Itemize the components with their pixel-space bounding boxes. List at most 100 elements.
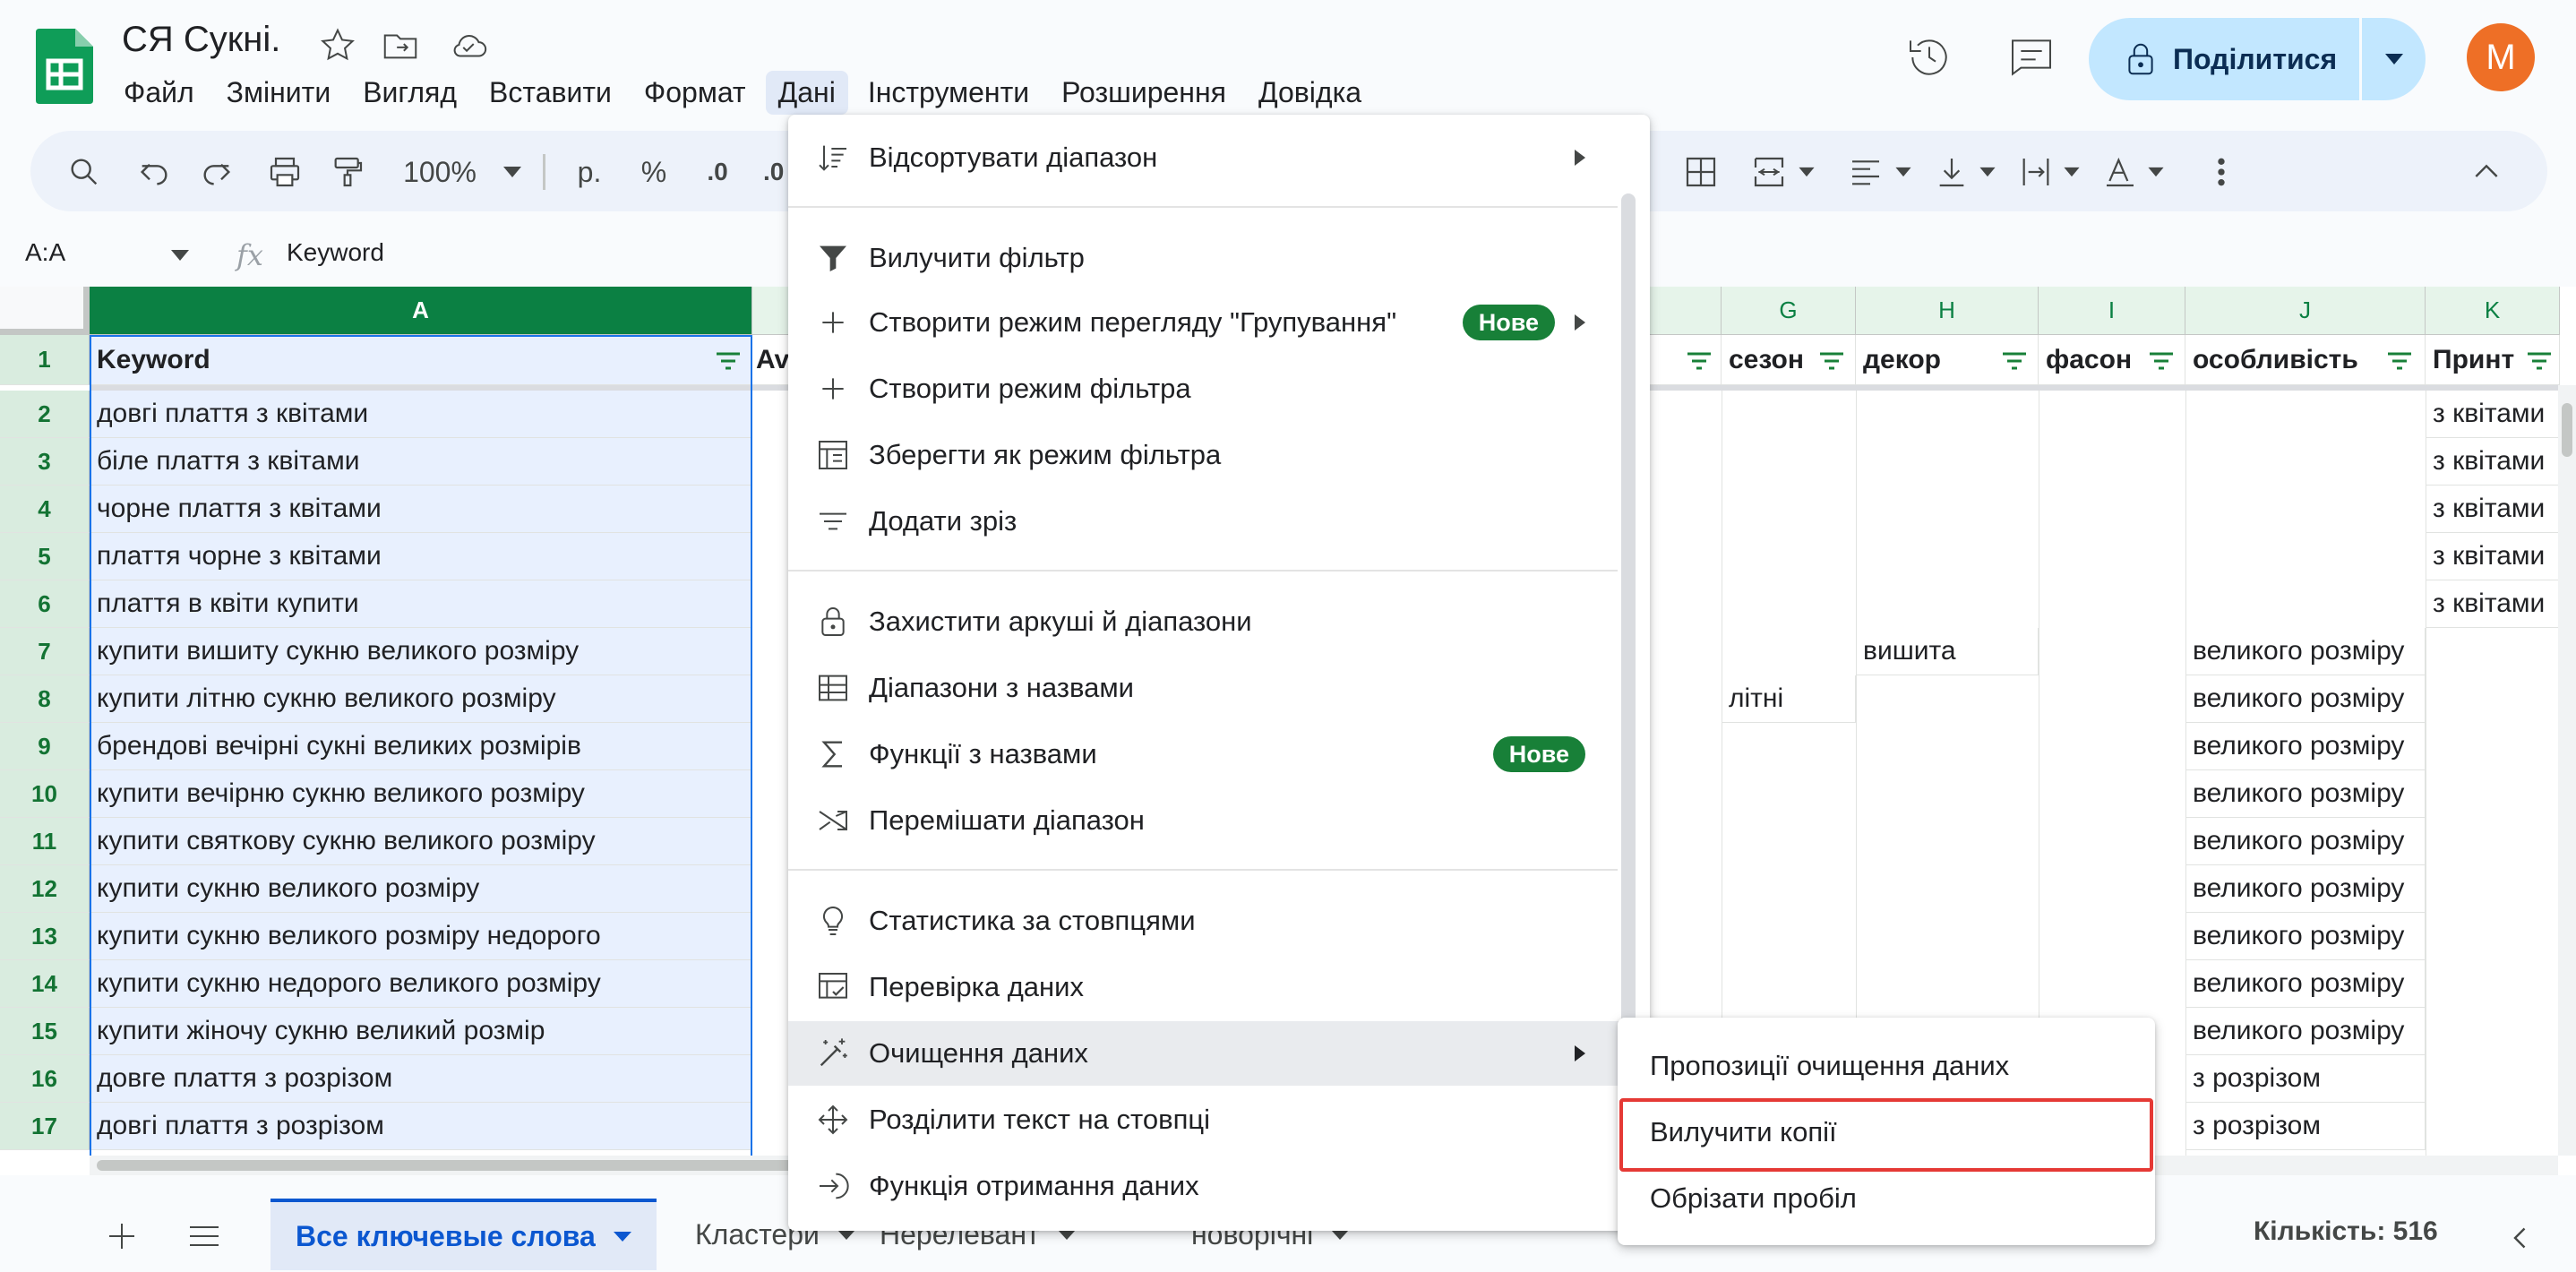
share-dropdown-button[interactable] [2363, 18, 2426, 100]
zoom-caret-icon[interactable] [502, 152, 523, 192]
cell-season[interactable]: літні [1722, 675, 1856, 723]
cell-print[interactable]: з квітами [2426, 533, 2560, 580]
menu-item-sort-range[interactable]: Відсортувати діапазон [788, 125, 1650, 190]
row-header[interactable]: 1 [0, 335, 90, 385]
more-options-icon[interactable] [2203, 152, 2239, 192]
menu-file[interactable]: Файл [111, 71, 207, 115]
row-header[interactable]: 9 [0, 723, 90, 770]
cell-keyword[interactable]: купити сукню великого розміру недорого [90, 913, 752, 960]
cell-keyword[interactable]: купити сукню недорого великого розміру [90, 960, 752, 1008]
column-header-h[interactable]: H [1856, 287, 2039, 335]
comments-icon[interactable] [2006, 32, 2057, 82]
cell-keyword[interactable]: довгі плаття з розрізом [90, 1103, 752, 1150]
row-header[interactable]: 3 [0, 438, 90, 486]
cell-print[interactable]: з квітами [2426, 580, 2560, 628]
undo-icon[interactable] [136, 152, 172, 192]
rotation-caret-icon[interactable] [2146, 152, 2166, 192]
collapse-side-panel-icon[interactable] [2504, 1222, 2537, 1254]
cell-feature[interactable]: великого розміру [2185, 818, 2426, 865]
filter-toggle-icon[interactable] [2386, 351, 2413, 371]
menu-item-data-validation[interactable]: Перевірка даних [788, 955, 1650, 1019]
row-header[interactable]: 13 [0, 913, 90, 960]
row-header[interactable]: 8 [0, 675, 90, 723]
filter-toggle-icon[interactable] [715, 351, 742, 371]
row-header[interactable]: 15 [0, 1008, 90, 1055]
row-header[interactable]: 5 [0, 533, 90, 580]
menu-item-save-as-filter-view[interactable]: Зберегти як режим фільтра [788, 423, 1650, 487]
increase-decimal-button[interactable]: .0 [763, 152, 786, 192]
filter-toggle-icon[interactable] [2526, 351, 2553, 371]
menu-item-data-cleanup[interactable]: Очищення даних [788, 1021, 1650, 1086]
redo-icon[interactable] [199, 152, 235, 192]
submenu-item-trim-whitespace[interactable]: Обрізати пробіл [1618, 1166, 2155, 1231]
cell-print[interactable]: з квітами [2426, 391, 2560, 438]
row-header[interactable]: 2 [0, 391, 90, 438]
cell-print[interactable]: з квітами [2426, 486, 2560, 533]
currency-format-button[interactable]: р. [573, 152, 605, 192]
row-header[interactable]: 17 [0, 1103, 90, 1150]
menu-item-split-text[interactable]: Розділити текст на стовпці [788, 1087, 1650, 1152]
submenu-item-remove-duplicates[interactable]: Вилучити копії [1618, 1100, 2155, 1165]
row-header[interactable]: 16 [0, 1055, 90, 1103]
row-header[interactable]: 12 [0, 865, 90, 913]
wrap-caret-icon[interactable] [2062, 152, 2082, 192]
row-header[interactable]: 11 [0, 818, 90, 865]
cell-feature[interactable]: великого розміру [2185, 675, 2426, 723]
move-folder-icon[interactable] [380, 25, 421, 66]
select-all-corner[interactable] [0, 287, 90, 335]
menu-item-named-ranges[interactable]: Діапазони з назвами [788, 656, 1650, 720]
cell-feature[interactable]: з розрізом [2185, 1103, 2426, 1150]
menu-item-randomize-range[interactable]: Перемішати діапазон [788, 788, 1650, 853]
cloud-saved-icon[interactable] [448, 25, 489, 66]
sheet-tab-caret-icon[interactable] [1057, 1229, 1076, 1240]
menu-format[interactable]: Формат [631, 71, 759, 115]
filter-toggle-icon[interactable] [1686, 351, 1713, 371]
menu-item-protect-sheets[interactable]: Захистити аркуші й діапазони [788, 589, 1650, 654]
share-button[interactable]: Поділитися [2089, 18, 2359, 100]
menu-extensions[interactable]: Розширення [1049, 71, 1239, 115]
column-header-k[interactable]: K [2426, 287, 2560, 335]
cell-header-keyword[interactable]: Keyword [90, 335, 752, 385]
cell-keyword[interactable]: купити жіночу сукню великий розмір [90, 1008, 752, 1055]
decrease-decimal-button[interactable]: .0 [697, 152, 738, 192]
cell-feature[interactable]: великого розміру [2185, 865, 2426, 913]
row-header[interactable]: 14 [0, 960, 90, 1008]
sheet-tab-caret-icon[interactable] [613, 1231, 631, 1242]
cell-feature[interactable]: великого розміру [2185, 1008, 2426, 1055]
text-rotation-icon[interactable] [2099, 152, 2141, 192]
menu-data[interactable]: Дані [765, 70, 848, 115]
cell-keyword[interactable]: чорне плаття з квітами [90, 486, 752, 533]
vertical-scrollbar[interactable] [2558, 385, 2576, 1156]
halign-caret-icon[interactable] [1893, 152, 1913, 192]
menu-item-create-filter-view[interactable]: Створити режим фільтра [788, 357, 1650, 421]
menu-tools[interactable]: Інструменти [855, 71, 1042, 115]
search-menus-icon[interactable] [66, 152, 102, 192]
cell-keyword[interactable]: купити вишиту сукню великого розміру [90, 628, 752, 675]
paint-format-icon[interactable] [330, 152, 365, 192]
name-box-caret-icon[interactable] [170, 249, 190, 262]
zoom-value[interactable]: 100% [399, 152, 480, 192]
submenu-item-cleanup-suggestions[interactable]: Пропозиції очищення даних [1618, 1034, 2155, 1098]
cell-keyword[interactable]: купити святкову сукню великого розміру [90, 818, 752, 865]
cell-keyword[interactable]: плаття в квіти купити [90, 580, 752, 628]
text-wrap-icon[interactable] [2015, 152, 2057, 192]
cell-keyword[interactable]: брендові вечірні сукні великих розмірів [90, 723, 752, 770]
document-title[interactable]: СЯ Сукні. [122, 20, 280, 60]
filter-toggle-icon[interactable] [2001, 351, 2028, 371]
cell-print[interactable]: з квітами [2426, 438, 2560, 486]
all-sheets-icon[interactable] [183, 1215, 226, 1258]
cell-feature[interactable]: великого розміру [2185, 628, 2426, 675]
menu-view[interactable]: Вигляд [350, 71, 469, 115]
sheet-tab-caret-icon[interactable] [1331, 1229, 1350, 1240]
merge-cells-icon[interactable] [1748, 152, 1790, 192]
menu-item-add-slicer[interactable]: Додати зріз [788, 489, 1650, 554]
sheets-logo-icon[interactable] [36, 29, 93, 104]
valign-caret-icon[interactable] [1978, 152, 1997, 192]
menu-edit[interactable]: Змінити [214, 71, 344, 115]
cell-keyword[interactable]: плаття чорне з квітами [90, 533, 752, 580]
cell-feature[interactable]: з розрізом [2185, 1055, 2426, 1103]
sheet-tab-caret-icon[interactable] [837, 1229, 855, 1240]
filter-toggle-icon[interactable] [1818, 351, 1845, 371]
column-header-g[interactable]: G [1722, 287, 1856, 335]
row-header[interactable]: 10 [0, 770, 90, 818]
